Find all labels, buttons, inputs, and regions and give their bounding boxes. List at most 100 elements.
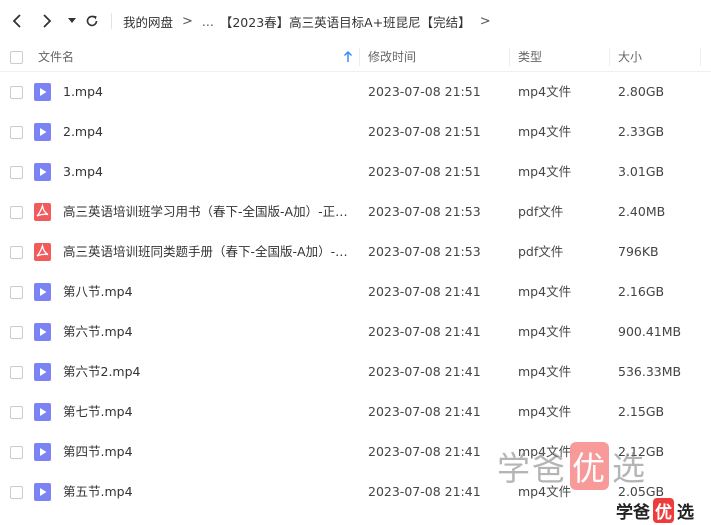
video-file-icon xyxy=(34,323,51,341)
column-header-size[interactable]: 大小 xyxy=(618,42,642,72)
row-checkbox[interactable] xyxy=(10,86,23,99)
file-name: 第五节.mp4 xyxy=(63,484,133,499)
watermark-small: 学爸优选 xyxy=(616,497,694,523)
file-row[interactable]: 高三英语培训班学习用书（春下-全国版-A加）-正文... 2023-07-08 … xyxy=(0,192,711,232)
file-name: 第七节.mp4 xyxy=(63,404,133,419)
file-type: pdf文件 xyxy=(518,244,564,259)
column-divider[interactable] xyxy=(609,48,610,66)
file-size: 2.33GB xyxy=(618,124,665,139)
file-name: 第四节.mp4 xyxy=(63,444,133,459)
column-header-type[interactable]: 类型 xyxy=(518,42,542,72)
file-size: 2.16GB xyxy=(618,284,665,299)
row-checkbox[interactable] xyxy=(10,246,23,259)
row-checkbox[interactable] xyxy=(10,166,23,179)
file-size: 900.41MB xyxy=(618,324,682,339)
column-header-name[interactable]: 文件名 xyxy=(38,42,74,72)
breadcrumb-separator: > xyxy=(182,13,193,29)
video-file-icon xyxy=(34,123,51,141)
video-file-icon xyxy=(34,163,51,181)
file-type: mp4文件 xyxy=(518,324,572,339)
row-checkbox[interactable] xyxy=(10,406,23,419)
file-modified-time: 2023-07-08 21:51 xyxy=(368,84,481,99)
file-row[interactable]: 1.mp4 2023-07-08 21:51 mp4文件 2.80GB xyxy=(0,72,711,112)
file-name: 第六节2.mp4 xyxy=(63,364,141,379)
file-name: 第六节.mp4 xyxy=(63,324,133,339)
video-file-icon xyxy=(34,483,51,501)
file-modified-time: 2023-07-08 21:41 xyxy=(368,444,481,459)
row-checkbox[interactable] xyxy=(10,286,23,299)
file-row[interactable]: 第八节.mp4 2023-07-08 21:41 mp4文件 2.16GB xyxy=(0,272,711,312)
caret-down-icon xyxy=(68,18,76,23)
select-all-checkbox[interactable] xyxy=(10,51,23,64)
column-divider[interactable] xyxy=(509,48,510,66)
row-checkbox[interactable] xyxy=(10,366,23,379)
file-name: 3.mp4 xyxy=(63,164,103,179)
file-name: 1.mp4 xyxy=(63,84,103,99)
row-checkbox[interactable] xyxy=(10,326,23,339)
chevron-left-icon xyxy=(12,14,21,28)
file-modified-time: 2023-07-08 21:51 xyxy=(368,164,481,179)
chevron-right-icon xyxy=(43,14,52,28)
row-checkbox[interactable] xyxy=(10,486,23,499)
file-type: mp4文件 xyxy=(518,164,572,179)
file-row[interactable]: 第六节.mp4 2023-07-08 21:41 mp4文件 900.41MB xyxy=(0,312,711,352)
watermark-highlight: 优 xyxy=(570,442,609,490)
file-modified-time: 2023-07-08 21:41 xyxy=(368,484,481,499)
video-file-icon xyxy=(34,283,51,301)
column-divider[interactable] xyxy=(359,48,360,66)
video-file-icon xyxy=(34,83,51,101)
back-button[interactable] xyxy=(7,11,27,31)
file-type: mp4文件 xyxy=(518,284,572,299)
file-row[interactable]: 高三英语培训班同类题手册（春下-全国版-A加）-正... 2023-07-08 … xyxy=(0,232,711,272)
file-row[interactable]: 3.mp4 2023-07-08 21:51 mp4文件 3.01GB xyxy=(0,152,711,192)
file-name: 2.mp4 xyxy=(63,124,103,139)
watermark-text: 学爸 xyxy=(616,502,650,523)
file-row[interactable]: 2.mp4 2023-07-08 21:51 mp4文件 2.33GB xyxy=(0,112,711,152)
file-modified-time: 2023-07-08 21:41 xyxy=(368,324,481,339)
file-name: 第八节.mp4 xyxy=(63,284,133,299)
watermark-text: 选 xyxy=(677,502,694,523)
file-type: pdf文件 xyxy=(518,204,564,219)
forward-button[interactable] xyxy=(37,11,57,31)
toolbar: 我的网盘 > ... 【2023春】高三英语目标A+班昆尼【完结】 > xyxy=(0,0,711,42)
file-name: 高三英语培训班学习用书（春下-全国版-A加）-正文... xyxy=(63,204,353,219)
file-row[interactable]: 第六节2.mp4 2023-07-08 21:41 mp4文件 536.33MB xyxy=(0,352,711,392)
toolbar-divider xyxy=(111,13,112,29)
pdf-file-icon xyxy=(34,243,51,261)
file-type: mp4文件 xyxy=(518,404,572,419)
file-row[interactable]: 第七节.mp4 2023-07-08 21:41 mp4文件 2.15GB xyxy=(0,392,711,432)
file-modified-time: 2023-07-08 21:41 xyxy=(368,404,481,419)
refresh-button[interactable] xyxy=(82,11,102,31)
column-header-time[interactable]: 修改时间 xyxy=(368,42,416,72)
file-type: mp4文件 xyxy=(518,124,572,139)
file-size: 2.15GB xyxy=(618,404,665,419)
breadcrumb-current[interactable]: 【2023春】高三英语目标A+班昆尼【完结】 xyxy=(220,12,471,31)
video-file-icon xyxy=(34,443,51,461)
file-size: 2.80GB xyxy=(618,84,665,99)
watermark-highlight: 优 xyxy=(653,497,674,523)
breadcrumb-root[interactable]: 我的网盘 xyxy=(123,12,173,31)
watermark-large: 学爸优选 xyxy=(497,442,647,490)
column-divider[interactable] xyxy=(700,48,701,66)
watermark-text: 学爸 xyxy=(497,449,567,488)
video-file-icon xyxy=(34,403,51,421)
file-modified-time: 2023-07-08 21:51 xyxy=(368,124,481,139)
breadcrumb: 我的网盘 > ... 【2023春】高三英语目标A+班昆尼【完结】 > xyxy=(123,0,500,42)
pdf-file-icon xyxy=(34,203,51,221)
file-type: mp4文件 xyxy=(518,364,572,379)
row-checkbox[interactable] xyxy=(10,206,23,219)
breadcrumb-separator[interactable]: > xyxy=(480,14,491,29)
row-checkbox[interactable] xyxy=(10,446,23,459)
breadcrumb-ellipsis[interactable]: ... xyxy=(202,14,214,29)
file-type: mp4文件 xyxy=(518,84,572,99)
file-modified-time: 2023-07-08 21:53 xyxy=(368,204,481,219)
file-size: 536.33MB xyxy=(618,364,682,379)
sort-ascending-icon[interactable] xyxy=(343,51,353,63)
refresh-icon xyxy=(86,15,98,27)
video-file-icon xyxy=(34,363,51,381)
file-size: 796KB xyxy=(618,244,659,259)
file-size: 2.40MB xyxy=(618,204,666,219)
file-list-header: 文件名 修改时间 类型 大小 xyxy=(0,42,711,72)
row-checkbox[interactable] xyxy=(10,126,23,139)
history-dropdown-button[interactable] xyxy=(62,11,82,31)
